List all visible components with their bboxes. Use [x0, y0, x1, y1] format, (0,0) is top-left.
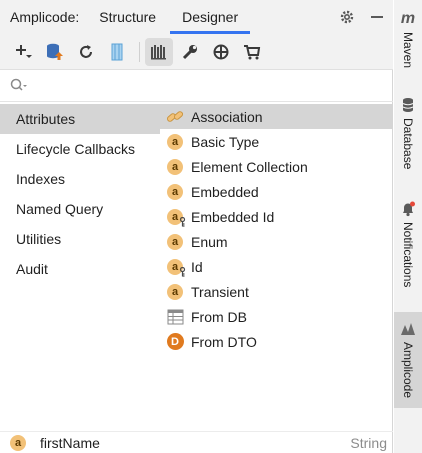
item-embedded[interactable]: a Embedded — [160, 179, 393, 204]
sidebar-item-label: Notifications — [401, 222, 415, 288]
toolbar-separator — [139, 41, 140, 62]
sidebar-item-label: Maven — [401, 32, 415, 69]
designer-panel: Amplicode: Structure Designer Attributes… — [0, 0, 393, 453]
sidebar-item-amplicode[interactable]: Amplicode — [394, 312, 422, 408]
attribute-name: firstName — [40, 434, 100, 451]
attribute-icon: a — [166, 233, 184, 251]
toolbar — [0, 34, 393, 70]
item-list: Association a Basic Type a Element Colle… — [160, 104, 393, 354]
attribute-icon: a — [166, 158, 184, 176]
tab-designer[interactable]: Designer — [170, 0, 251, 34]
selected-attribute-row[interactable]: a firstName String — [0, 431, 393, 453]
columns-icon[interactable] — [103, 38, 131, 66]
bars-icon[interactable] — [145, 37, 173, 66]
association-icon — [166, 108, 184, 126]
gear-icon[interactable] — [337, 7, 357, 27]
crosshair-icon[interactable] — [207, 38, 235, 66]
right-tool-window-bar: m Maven Database Notifications Amplicode — [394, 0, 422, 453]
item-label: Id — [191, 258, 203, 275]
database-upload-icon[interactable] — [41, 38, 69, 66]
search-bar — [0, 71, 393, 102]
database-icon — [399, 96, 417, 114]
item-label: From DB — [191, 308, 247, 325]
item-label: Embedded Id — [191, 208, 275, 225]
attribute-icon: a — [166, 183, 184, 201]
panel-header: Amplicode: Structure Designer — [0, 0, 393, 34]
bell-icon — [399, 200, 417, 218]
item-element-collection[interactable]: a Element Collection — [160, 154, 393, 179]
item-embedded-id[interactable]: a Embedded Id — [160, 204, 393, 229]
search-input[interactable] — [34, 78, 374, 94]
sidebar-item-label: Amplicode — [401, 342, 415, 399]
category-attributes[interactable]: Attributes — [0, 104, 160, 134]
maven-icon: m — [400, 10, 416, 27]
category-indexes[interactable]: Indexes — [0, 164, 160, 194]
refresh-icon[interactable] — [72, 38, 100, 66]
attribute-icon: a — [166, 133, 184, 151]
item-basic-type[interactable]: a Basic Type — [160, 129, 393, 154]
category-audit[interactable]: Audit — [0, 254, 160, 284]
sidebar-item-maven[interactable]: m Maven — [394, 10, 422, 68]
search-icon[interactable] — [10, 78, 28, 95]
minimize-icon[interactable] — [367, 7, 387, 27]
item-enum[interactable]: a Enum — [160, 229, 393, 254]
item-label: Element Collection — [191, 158, 308, 175]
item-transient[interactable]: a Transient — [160, 279, 393, 304]
dto-icon: D — [166, 333, 184, 351]
item-label: Enum — [191, 233, 228, 250]
sidebar-item-notifications[interactable]: Notifications — [394, 200, 422, 287]
attribute-icon: a — [166, 283, 184, 301]
category-lifecycle-callbacks[interactable]: Lifecycle Callbacks — [0, 134, 160, 164]
attribute-icon: a — [9, 434, 27, 452]
attribute-key-icon: a — [166, 208, 186, 227]
category-utilities[interactable]: Utilities — [0, 224, 160, 254]
item-from-dto[interactable]: D From DTO — [160, 329, 393, 354]
item-label: Embedded — [191, 183, 259, 200]
sidebar-item-label: Database — [401, 118, 415, 170]
attribute-type: String — [350, 434, 387, 451]
sidebar-item-database[interactable]: Database — [394, 96, 422, 169]
amplicode-icon — [399, 320, 417, 338]
attribute-key-icon: a — [166, 258, 186, 277]
item-association[interactable]: Association — [160, 104, 393, 129]
panel-title: Amplicode: — [10, 9, 80, 25]
add-icon[interactable] — [10, 38, 38, 66]
item-label: Basic Type — [191, 133, 260, 150]
tab-structure[interactable]: Structure — [99, 0, 156, 34]
category-list: Attributes Lifecycle Callbacks Indexes N… — [0, 104, 160, 284]
wrench-icon[interactable] — [176, 38, 204, 66]
item-label: Association — [191, 108, 263, 125]
category-named-query[interactable]: Named Query — [0, 194, 160, 224]
item-from-db[interactable]: From DB — [160, 304, 393, 329]
cart-icon[interactable] — [238, 38, 266, 66]
item-label: From DTO — [191, 333, 257, 350]
table-icon — [166, 308, 184, 326]
item-id[interactable]: a Id — [160, 254, 393, 279]
item-label: Transient — [191, 283, 249, 300]
